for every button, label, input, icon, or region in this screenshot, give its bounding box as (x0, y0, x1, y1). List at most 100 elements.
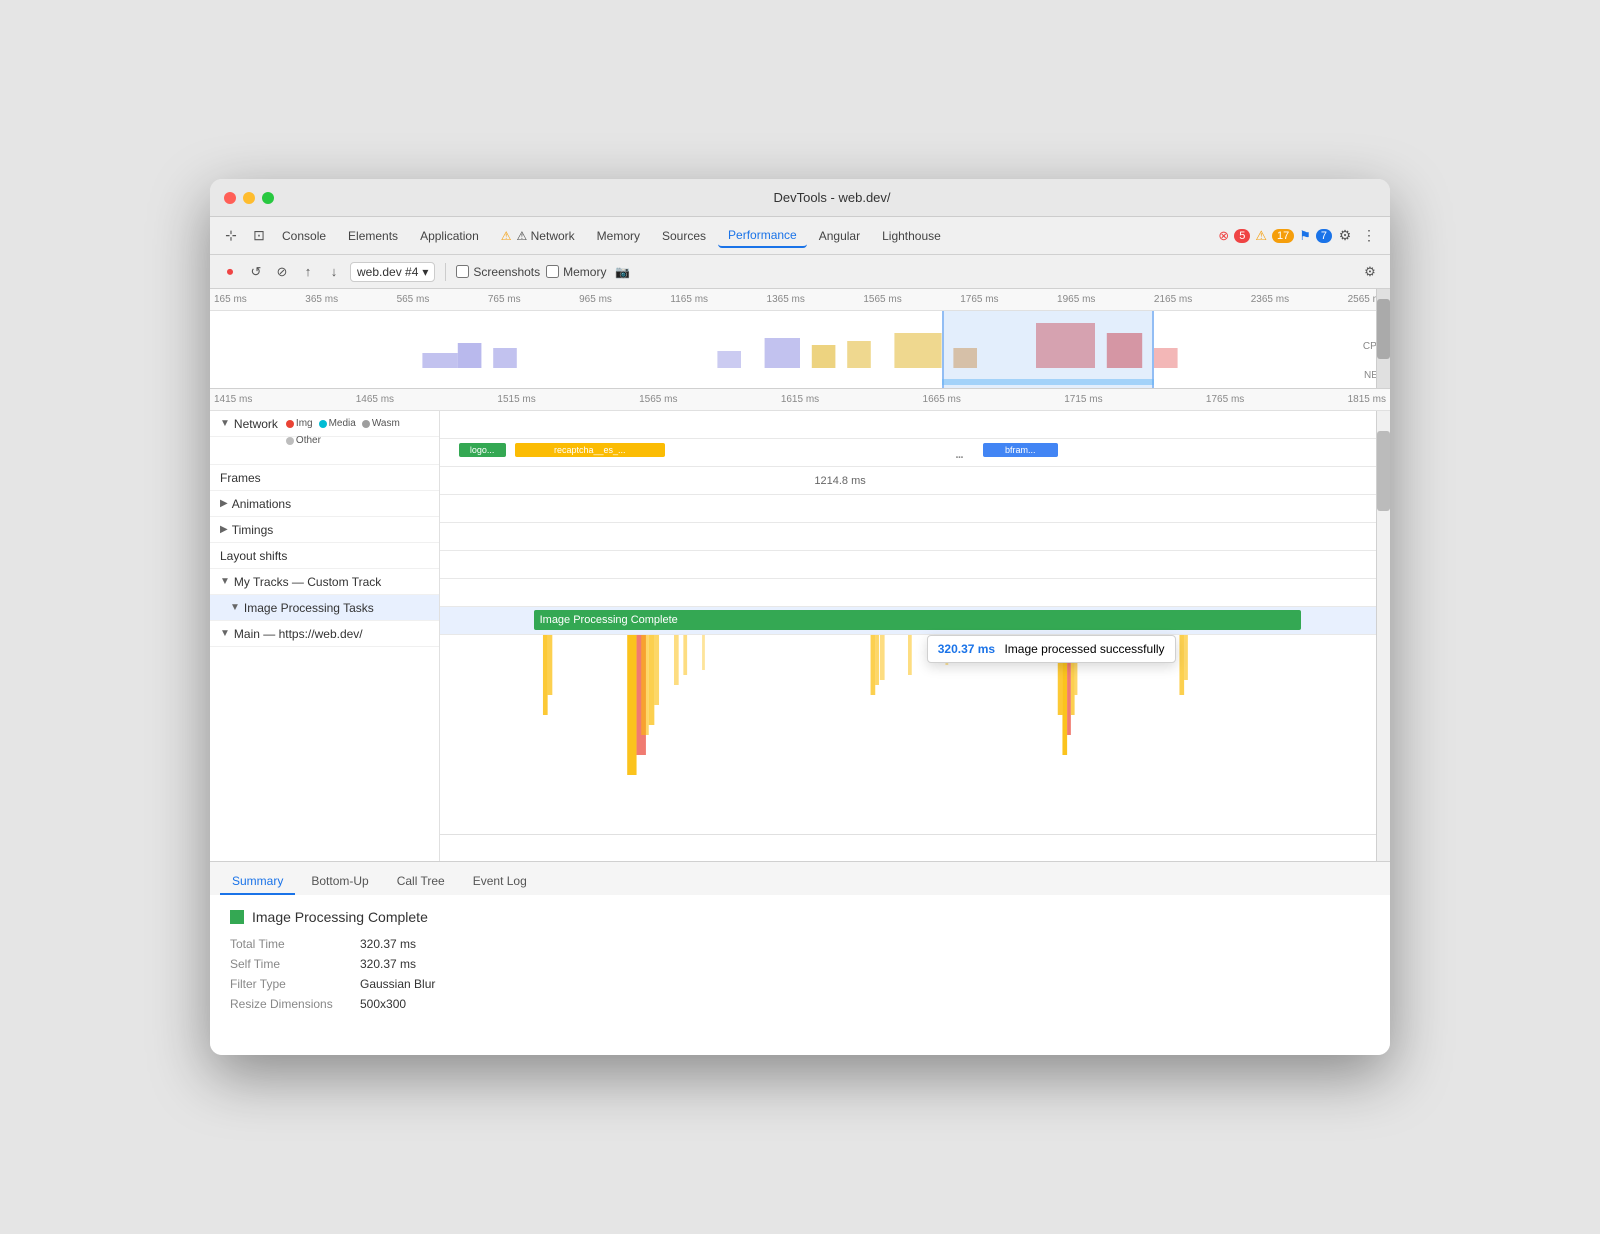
right-panel[interactable]: logo... recaptcha__es_... ... bfram... 1… (440, 411, 1376, 861)
reload-record-button[interactable]: ↺ (246, 262, 266, 282)
flamechart-body: ▼ Network Doc CSS JS Font Img Media Wasm… (210, 411, 1390, 861)
divider (445, 263, 446, 281)
tab-network[interactable]: ⚠ ⚠ Network (491, 225, 585, 247)
profile-selector[interactable]: web.dev #4 ▾ (350, 262, 435, 282)
animations-label: Animations (232, 497, 291, 511)
screenshots-label: Screenshots (473, 265, 540, 279)
more-icon[interactable]: ⋮ (1358, 225, 1380, 247)
animations-row-label: ▶ Animations (210, 491, 439, 517)
custom-track-text: My Tracks — Custom Track (234, 575, 381, 589)
legend-img: Img (286, 418, 313, 429)
maximize-button[interactable] (262, 192, 274, 204)
image-processing-arrow[interactable]: ▼ (230, 602, 240, 613)
frames-label: Frames (220, 471, 261, 485)
timings-label: Timings (232, 523, 274, 537)
summary-title: Image Processing Complete (230, 909, 1370, 925)
main-thread-arrow[interactable]: ▼ (220, 628, 230, 639)
image-processing-text: Image Processing Tasks (244, 601, 374, 615)
device-toolbar-icon[interactable]: ⊡ (248, 225, 270, 247)
right-scrollbar-thumb[interactable] (1377, 431, 1390, 511)
cpu-chart (210, 313, 1390, 373)
custom-track-arrow[interactable]: ▼ (220, 576, 230, 587)
timings-arrow[interactable]: ▶ (220, 524, 228, 535)
network-label: Network (234, 417, 278, 431)
profile-label: web.dev #4 (357, 265, 418, 279)
close-button[interactable] (224, 192, 236, 204)
scrollbar[interactable] (1376, 289, 1390, 388)
recaptcha-bar[interactable]: recaptcha__es_... (515, 443, 665, 457)
filter-type-label: Filter Type (230, 977, 360, 991)
tab-console[interactable]: Console (272, 225, 336, 247)
recaptcha-bar-label: recaptcha__es_... (554, 445, 626, 455)
selection-band[interactable] (942, 311, 1154, 389)
tab-memory[interactable]: Memory (587, 225, 650, 247)
download-button[interactable]: ↓ (324, 262, 344, 282)
animations-row (440, 495, 1376, 523)
resize-dimensions-label: Resize Dimensions (230, 997, 360, 1011)
tab-event-log[interactable]: Event Log (461, 869, 539, 895)
capture-screenshot-icon[interactable]: 📷 (612, 262, 632, 282)
mark-9: 1965 ms (1057, 294, 1095, 305)
custom-track-label: ▼ My Tracks — Custom Track (210, 569, 439, 595)
tab-performance[interactable]: Performance (718, 224, 807, 248)
record-button[interactable]: ⏺ (220, 262, 240, 282)
mark-0: 165 ms (214, 294, 247, 305)
network-arrow[interactable]: ▼ (220, 418, 230, 429)
image-processing-row[interactable]: Image Processing Complete 320.37 ms Imag… (440, 607, 1376, 635)
mark-10: 2165 ms (1154, 294, 1192, 305)
main-thread-label: ▼ Main — https://web.dev/ (210, 621, 439, 647)
inspector-icon[interactable]: ⊹ (220, 225, 242, 247)
tab-call-tree[interactable]: Call Tree (385, 869, 457, 895)
clear-button[interactable]: ⊘ (272, 262, 292, 282)
layout-shifts-row (440, 551, 1376, 579)
dots: ... (955, 445, 962, 463)
mark-11: 2365 ms (1251, 294, 1289, 305)
ruler-marks: 165 ms 365 ms 565 ms 765 ms 965 ms 1165 … (210, 294, 1390, 305)
tab-application[interactable]: Application (410, 225, 489, 247)
info-badge: 7 (1316, 229, 1332, 243)
network-bars-row: logo... recaptcha__es_... ... bfram... (440, 439, 1376, 467)
timings-row-label: ▶ Timings (210, 517, 439, 543)
settings2-icon[interactable]: ⚙ (1360, 262, 1380, 282)
bottom-tabs-bar: Summary Bottom-Up Call Tree Event Log (210, 861, 1390, 895)
mark2-0: 1415 ms (214, 394, 252, 405)
mark2-3: 1565 ms (639, 394, 677, 405)
animations-arrow[interactable]: ▶ (220, 498, 228, 509)
tab-sources[interactable]: Sources (652, 225, 716, 247)
timeline-overview: 165 ms 365 ms 565 ms 765 ms 965 ms 1165 … (210, 289, 1390, 389)
legend-media: Media (319, 418, 356, 429)
screenshots-checkbox[interactable] (456, 265, 469, 278)
frames-row-label: Frames (210, 465, 439, 491)
total-time-label: Total Time (230, 937, 360, 951)
perf-toolbar: ⏺ ↺ ⊘ ↑ ↓ web.dev #4 ▾ Screenshots Memor… (210, 255, 1390, 289)
memory-checkbox[interactable] (546, 265, 559, 278)
layout-shifts-text: Layout shifts (220, 549, 287, 563)
scrollbar-thumb[interactable] (1377, 299, 1390, 359)
timeline-chart[interactable]: CPU NET (210, 311, 1390, 389)
summary-panel: Image Processing Complete Total Time 320… (210, 895, 1390, 1055)
window-title: DevTools - web.dev/ (288, 190, 1376, 205)
resize-dimensions-value: 500x300 (360, 997, 1370, 1011)
tab-angular[interactable]: Angular (809, 225, 870, 247)
minimize-button[interactable] (243, 192, 255, 204)
mark-1: 365 ms (305, 294, 338, 305)
warning-badge: 17 (1272, 229, 1294, 243)
image-processing-bar[interactable]: Image Processing Complete (534, 610, 1302, 630)
error-badge: 5 (1234, 229, 1250, 243)
tab-summary[interactable]: Summary (220, 869, 295, 895)
right-scrollbar[interactable] (1376, 411, 1390, 861)
tooltip-time: 320.37 ms (938, 642, 995, 656)
settings-icon[interactable]: ⚙ (1334, 225, 1356, 247)
mark2-5: 1665 ms (923, 394, 961, 405)
upload-button[interactable]: ↑ (298, 262, 318, 282)
tab-lighthouse[interactable]: Lighthouse (872, 225, 951, 247)
tab-elements[interactable]: Elements (338, 225, 408, 247)
bfram-bar[interactable]: bfram... (983, 443, 1058, 457)
legend-wasm: Wasm (362, 418, 400, 429)
total-time-value: 320.37 ms (360, 937, 1370, 951)
tab-network-label: ⚠ Network (517, 229, 575, 243)
warning-icon: ⚠ (1255, 228, 1267, 244)
tab-bottom-up[interactable]: Bottom-Up (299, 869, 380, 895)
logo-bar[interactable]: logo... (459, 443, 506, 457)
main-toolbar: ⊹ ⊡ Console Elements Application ⚠ ⚠ Net… (210, 217, 1390, 255)
